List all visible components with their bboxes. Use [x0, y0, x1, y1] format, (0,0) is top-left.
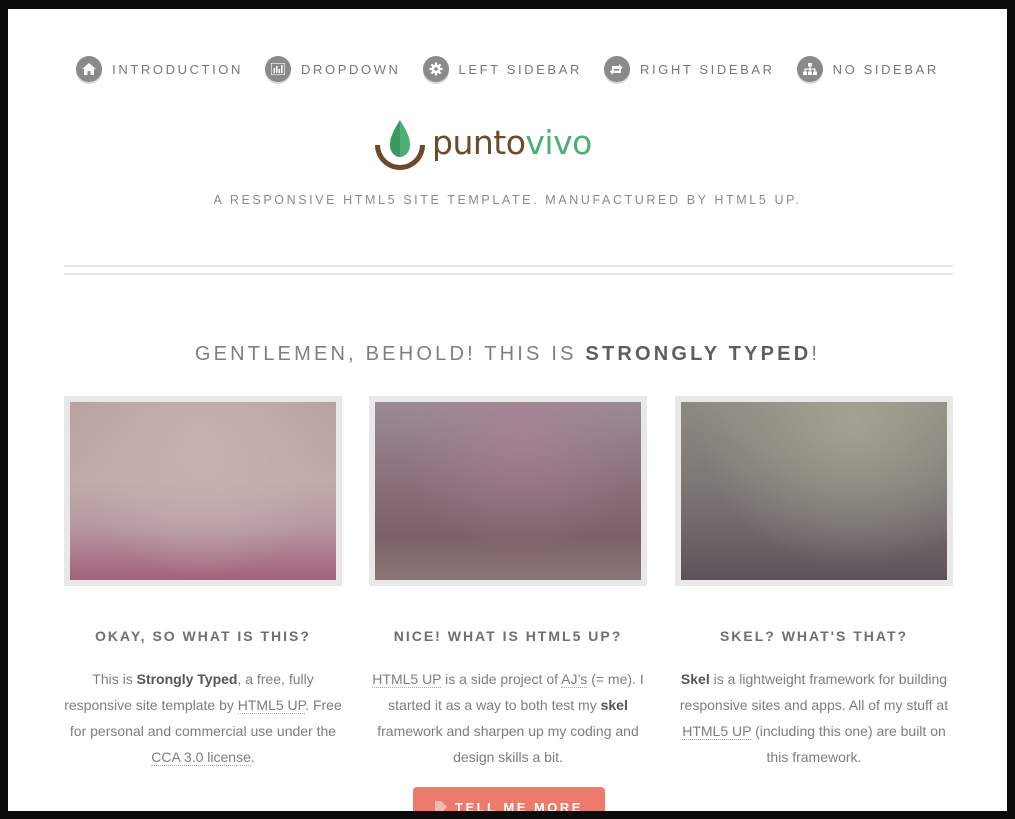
sitemap-icon — [796, 56, 823, 82]
text: is a lightweight framework for building … — [679, 671, 949, 713]
text: framework and sharpen up my coding and d… — [377, 723, 639, 765]
feature-image[interactable] — [675, 396, 953, 586]
gear-icon — [422, 56, 449, 82]
feature-card: OKAY, SO WHAT IS THIS? This is Strongly … — [64, 396, 342, 770]
page: INTRODUCTION DROPDOWN LEFT SIDEBAR RIGHT… — [8, 9, 1007, 811]
text: is a side project of — [441, 671, 562, 687]
nav-label: DROPDOWN — [301, 61, 401, 77]
strong-text: Skel — [680, 671, 710, 687]
logo-text-part2: vivo — [525, 123, 592, 162]
tagline: A RESPONSIVE HTML5 SITE TEMPLATE. MANUFA… — [213, 193, 802, 207]
cta-label: TELL ME MORE — [455, 799, 583, 812]
nav-label: LEFT SIDEBAR — [458, 61, 582, 77]
logo-drop-icon — [375, 120, 425, 170]
heading-prefix: GENTLEMEN, BEHOLD! THIS IS — [194, 343, 586, 365]
logo-text-part1: punto — [432, 123, 526, 162]
tell-me-more-button[interactable]: TELL ME MORE — [413, 787, 605, 811]
heading-strong: STRONGLY TYPED — [585, 343, 812, 365]
feature-image[interactable] — [64, 396, 342, 586]
html5up-link[interactable]: HTML5 UP — [372, 671, 442, 688]
bar-chart-icon — [265, 56, 291, 82]
license-link[interactable]: CCA 3.0 license — [151, 749, 251, 766]
feature-image-fill — [681, 402, 947, 580]
nav-label: INTRODUCTION — [112, 61, 243, 77]
feature-title: SKEL? WHAT'S THAT? — [719, 628, 909, 644]
chevron-icon — [435, 801, 447, 811]
site-logo[interactable]: puntovivo — [370, 117, 600, 183]
main-nav: INTRODUCTION DROPDOWN LEFT SIDEBAR RIGHT… — [8, 56, 1007, 82]
strong-text: skel — [600, 697, 628, 713]
nav-left-sidebar[interactable]: LEFT SIDEBAR — [422, 56, 582, 82]
nav-right-sidebar[interactable]: RIGHT SIDEBAR — [603, 56, 775, 82]
feature-image-fill — [375, 402, 641, 580]
nav-label: RIGHT SIDEBAR — [639, 61, 775, 77]
feature-text: HTML5 UP is a side project of AJ’s (= me… — [369, 666, 647, 770]
nav-no-sidebar[interactable]: NO SIDEBAR — [796, 56, 939, 82]
logo-text: puntovivo — [432, 123, 592, 162]
feature-text: Skel is a lightweight framework for buil… — [675, 666, 953, 770]
divider — [64, 265, 953, 267]
feature-title: OKAY, SO WHAT IS THIS? — [95, 628, 311, 644]
aj-link[interactable]: AJ’s — [561, 671, 588, 688]
divider — [64, 273, 953, 275]
nav-label: NO SIDEBAR — [832, 61, 939, 77]
text: (including this one) are built on this f… — [751, 723, 946, 765]
html5up-link[interactable]: HTML5 UP — [237, 697, 306, 714]
retweet-icon — [603, 56, 630, 82]
feature-title: NICE! WHAT IS HTML5 UP? — [393, 628, 623, 644]
feature-card: NICE! WHAT IS HTML5 UP? HTML5 UP is a si… — [369, 396, 647, 770]
html5up-link[interactable]: HTML5 UP — [682, 723, 752, 740]
text: This is — [92, 671, 137, 687]
feature-image[interactable] — [369, 396, 647, 586]
heading-suffix: ! — [811, 343, 821, 365]
feature-image-fill — [70, 402, 336, 580]
nav-introduction[interactable]: INTRODUCTION — [76, 56, 243, 82]
feature-text: This is Strongly Typed, a free, fully re… — [64, 666, 342, 770]
nav-dropdown[interactable]: DROPDOWN — [265, 56, 401, 82]
strong-text: Strongly Typed — [136, 671, 238, 687]
text: . — [250, 749, 255, 765]
feature-card: SKEL? WHAT'S THAT? Skel is a lightweight… — [675, 396, 953, 770]
home-icon — [76, 56, 103, 82]
section-heading: GENTLEMEN, BEHOLD! THIS IS STRONGLY TYPE… — [8, 343, 1007, 366]
